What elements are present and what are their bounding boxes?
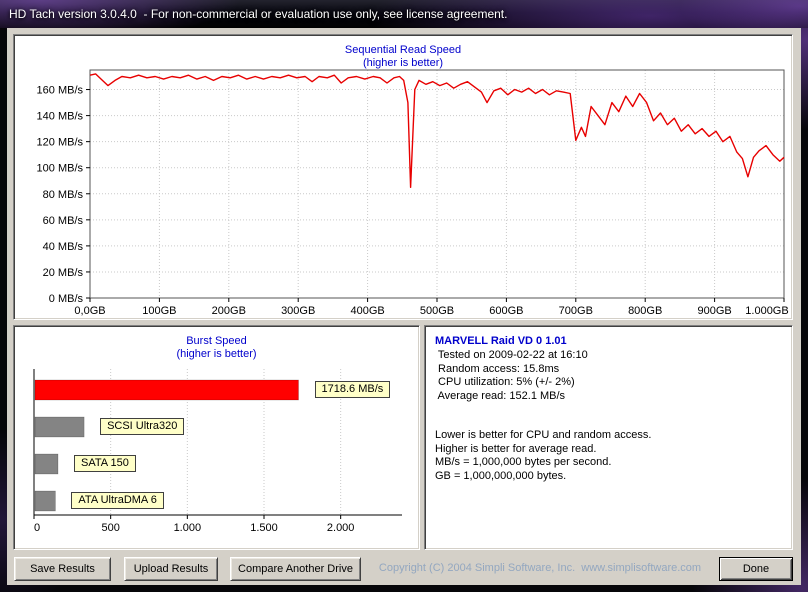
info-line: GB = 1,000,000,000 bytes. [435, 469, 567, 482]
svg-text:80 MB/s: 80 MB/s [43, 189, 84, 201]
svg-text:160 MB/s: 160 MB/s [37, 85, 84, 97]
info-line: Random access: 15.8ms [435, 362, 560, 375]
svg-text:900GB: 900GB [697, 305, 731, 317]
drive-name: MARVELL Raid VD 0 1.01 [435, 335, 567, 347]
svg-text:2.000: 2.000 [327, 522, 355, 534]
svg-text:20 MB/s: 20 MB/s [43, 267, 84, 279]
info-line [435, 403, 786, 416]
svg-text:0,0GB: 0,0GB [74, 305, 105, 317]
svg-text:1.000: 1.000 [174, 522, 202, 534]
title-bar[interactable]: HD Tach version 3.0.4.0 - For non-commer… [0, 0, 808, 28]
svg-text:800GB: 800GB [628, 305, 662, 317]
burst-bar-label: SATA 150 [74, 455, 136, 472]
svg-text:400GB: 400GB [350, 305, 384, 317]
svg-text:60 MB/s: 60 MB/s [43, 215, 84, 227]
svg-text:0: 0 [34, 522, 40, 534]
info-line: CPU utilization: 5% (+/- 2%) [435, 376, 575, 388]
info-line: Higher is better for average read. [435, 442, 597, 455]
svg-text:500GB: 500GB [420, 305, 454, 317]
info-line: MB/s = 1,000,000 bytes per second. [435, 456, 612, 468]
done-button[interactable]: Done [719, 557, 793, 581]
svg-text:1.500: 1.500 [250, 522, 278, 534]
burst-bar-label: SCSI Ultra320 [100, 418, 185, 435]
sequential-read-panel: Sequential Read Speed (higher is better)… [13, 34, 793, 320]
burst-speed-panel: Burst Speed (higher is better) 0 500 1.000… [13, 325, 420, 550]
content-area: Sequential Read Speed (higher is better)… [7, 28, 801, 585]
drive-info-lines: Tested on 2009-02-22 at 16:10 Random acc… [435, 349, 786, 483]
info-line: Average read: 152.1 MB/s [435, 389, 566, 402]
hdtach-window: HD Tach version 3.0.4.0 - For non-commer… [0, 0, 808, 592]
seq-chart-plot: 0 MB/s 20 MB/s 40 MB/s 60 MB/s 80 MB/s 100 MB… [37, 69, 789, 317]
info-line: Lower is better for CPU and random acces… [435, 429, 652, 441]
compare-another-drive-button[interactable]: Compare Another Drive [230, 557, 361, 581]
drive-info-panel: MARVELL Raid VD 0 1.01 Tested on 2009-02… [424, 325, 793, 550]
burst-bar-label: 1718.6 MB/s [314, 381, 391, 398]
svg-text:300GB: 300GB [281, 305, 315, 317]
svg-text:100GB: 100GB [142, 305, 176, 317]
svg-text:100 MB/s: 100 MB/s [37, 163, 84, 175]
svg-text:120 MB/s: 120 MB/s [37, 137, 84, 149]
window-title: HD Tach version 3.0.4.0 - For non-commer… [9, 7, 508, 21]
svg-text:700GB: 700GB [559, 305, 593, 317]
copyright-text: Copyright (C) 2004 Simpli Software, Inc.… [378, 562, 702, 574]
svg-text:1.000GB: 1.000GB [745, 305, 788, 317]
info-line [435, 416, 786, 429]
burst-chart-plot: 0 500 1.000 1.500 2.000 [33, 369, 402, 534]
svg-text:500: 500 [101, 522, 119, 534]
save-results-button[interactable]: Save Results [14, 557, 111, 581]
burst-bar-label: ATA UltraDMA 6 [71, 492, 164, 509]
upload-results-button[interactable]: Upload Results [124, 557, 218, 581]
info-line: Tested on 2009-02-22 at 16:10 [435, 349, 588, 361]
svg-text:0 MB/s: 0 MB/s [49, 293, 84, 305]
svg-text:40 MB/s: 40 MB/s [43, 241, 84, 253]
svg-text:200GB: 200GB [212, 305, 246, 317]
svg-text:140 MB/s: 140 MB/s [37, 111, 84, 123]
svg-text:600GB: 600GB [489, 305, 523, 317]
